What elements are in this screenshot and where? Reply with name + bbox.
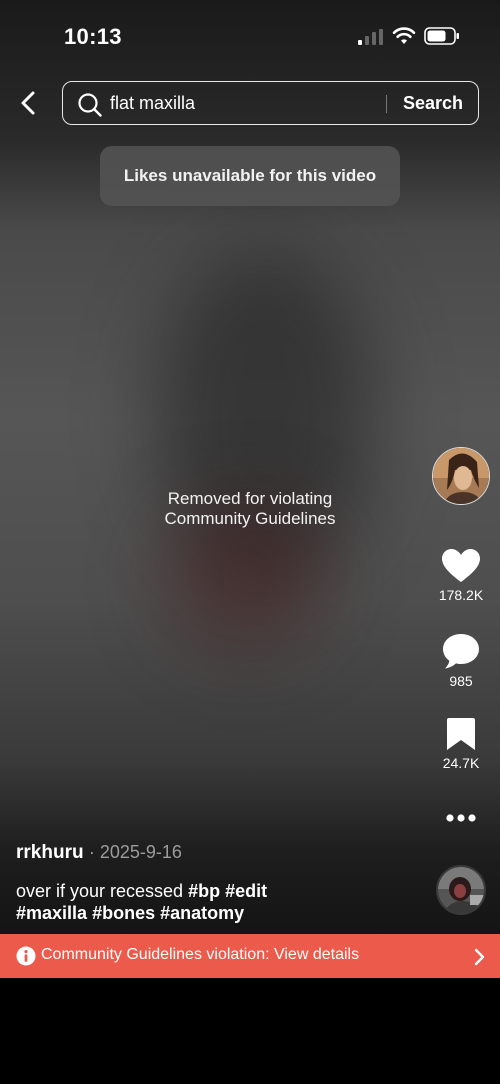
hashtag[interactable]: #edit [225, 881, 267, 901]
violation-banner[interactable]: Community Guidelines violation: View det… [0, 934, 500, 978]
hashtag[interactable]: #bp [188, 881, 220, 901]
search-input[interactable]: flat maxilla [110, 93, 195, 114]
like-count: 178.2K [438, 587, 484, 603]
search-bar[interactable]: flat maxilla Search [62, 81, 479, 125]
chevron-right-icon [474, 948, 485, 966]
info-icon [16, 946, 36, 966]
back-button[interactable] [16, 88, 44, 118]
violation-banner-text: Community Guidelines violation: View det… [41, 946, 360, 963]
caption-text: over if your recessed [16, 881, 184, 901]
search-icon [78, 93, 102, 117]
more-icon [446, 814, 476, 822]
sound-avatar[interactable] [436, 865, 486, 915]
more-options-button[interactable] [442, 808, 480, 828]
author-line: rrkhuru · 2025-9-16 [16, 842, 182, 864]
video-player[interactable] [0, 0, 500, 935]
comment-count: 985 [449, 673, 473, 689]
hashtag[interactable]: #anatomy [160, 903, 244, 923]
signal-icon [358, 29, 383, 45]
like-button[interactable]: 178.2K [431, 548, 491, 603]
caption: over if your recessed #bp #edit #maxilla… [16, 880, 426, 924]
battery-icon [424, 27, 459, 45]
removed-message-line1: Removed for violating [167, 489, 333, 508]
creator-avatar[interactable] [432, 447, 490, 505]
search-button[interactable]: Search [403, 93, 463, 114]
post-date: · 2025-9-16 [88, 842, 182, 862]
comment-button[interactable]: 985 [431, 632, 491, 689]
removed-message: Removed for violating Community Guidelin… [100, 489, 400, 529]
comment-icon [443, 634, 479, 669]
heart-icon [442, 549, 480, 582]
hashtag[interactable]: #bones [92, 903, 155, 923]
search-divider [386, 95, 387, 113]
creator-avatar-image [433, 448, 489, 504]
bookmark-button[interactable]: 24.7K [431, 716, 491, 771]
likes-unavailable-toast: Likes unavailable for this video [100, 146, 400, 206]
hashtag[interactable]: #maxilla [16, 903, 87, 923]
status-time: 10:13 [64, 24, 122, 49]
author-name[interactable]: rrkhuru [16, 842, 84, 863]
bookmark-count: 24.7K [442, 755, 480, 771]
bookmark-icon [447, 718, 475, 750]
wifi-icon [392, 27, 416, 44]
status-bar: 10:13 [0, 0, 500, 70]
removed-message-line2: Community Guidelines [164, 509, 336, 528]
back-arrow-icon [21, 91, 35, 115]
